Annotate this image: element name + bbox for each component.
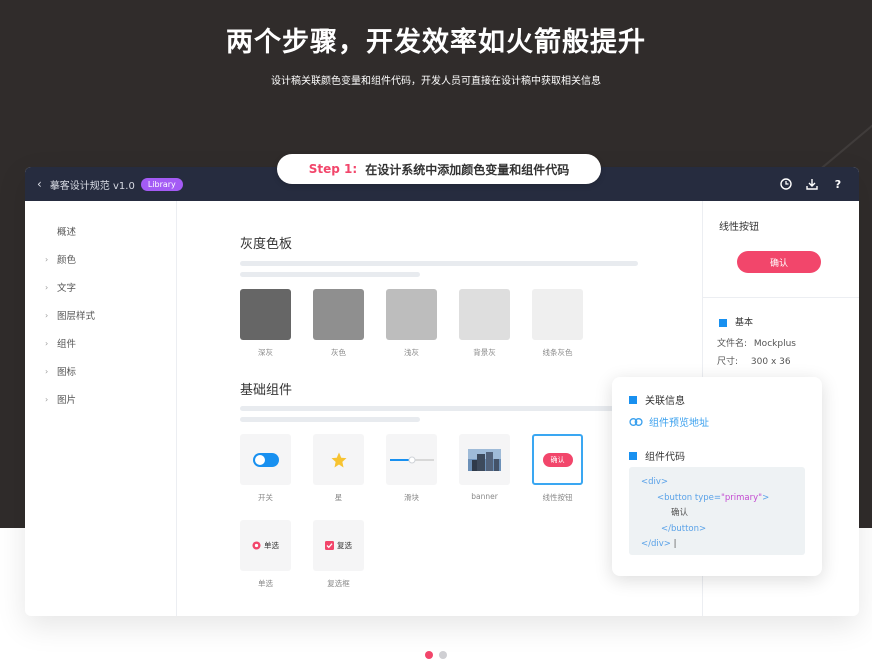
radio-component[interactable]: 单选 xyxy=(240,520,291,571)
sidebar-item-images[interactable]: › 图片 xyxy=(25,385,176,413)
sidebar-item-label: 文字 xyxy=(57,283,77,294)
chevron-right-icon: › xyxy=(45,310,49,320)
sidebar-item-label: 图片 xyxy=(57,395,77,406)
chevron-right-icon: › xyxy=(45,394,49,404)
sidebar-item-colors[interactable]: › 颜色 xyxy=(25,245,176,273)
confirm-pill-preview: 确认 xyxy=(542,452,573,467)
sidebar-item-label: 图标 xyxy=(57,367,77,378)
sidebar: 概述 › 颜色 › 文字 › 图层样式 › 组件 › 图标 › 图片 xyxy=(25,201,177,616)
step-text: 在设计系统中添加颜色变量和组件代码 xyxy=(365,162,570,177)
banner-component[interactable] xyxy=(459,434,510,485)
back-chevron-icon[interactable]: ‹ xyxy=(37,177,42,191)
blue-square-icon xyxy=(629,395,637,404)
chevron-right-icon: › xyxy=(45,366,49,376)
code-block[interactable]: <div> <button type="primary"> 确认 </butto… xyxy=(629,467,805,555)
download-icon[interactable] xyxy=(805,177,819,191)
swatch-dark-gray[interactable] xyxy=(240,289,291,340)
component-label: 复选框 xyxy=(327,579,350,588)
star-icon xyxy=(331,452,346,467)
swatch-gray[interactable] xyxy=(313,289,364,340)
components-title: 基础组件 xyxy=(240,383,293,398)
star-component[interactable] xyxy=(313,434,364,485)
confirm-button-preview[interactable]: 确认 xyxy=(737,251,821,273)
banner-image-icon xyxy=(468,448,501,471)
checkbox-component[interactable]: 复选 xyxy=(313,520,364,571)
component-label: 开关 xyxy=(258,493,273,502)
sidebar-item-text[interactable]: › 文字 xyxy=(25,273,176,301)
component-code-title: 组件代码 xyxy=(629,448,685,463)
checkbox-text: 复选 xyxy=(337,541,352,550)
component-label: 线性按钮 xyxy=(542,493,573,502)
placeholder-bar xyxy=(240,272,420,277)
step-label: Step 1: xyxy=(308,162,358,176)
panel-title: 线性按钮 xyxy=(719,222,759,233)
swatch-label: 线条灰色 xyxy=(542,348,573,357)
link-icon xyxy=(629,417,643,426)
panel-divider xyxy=(703,297,859,298)
sidebar-item-overview[interactable]: 概述 xyxy=(25,217,176,245)
sidebar-item-label: 组件 xyxy=(57,339,77,350)
checkbox-icon xyxy=(325,541,334,550)
filename-row: 文件名: Mockplus xyxy=(717,339,796,349)
library-title: 摹客设计规范 v1.0 xyxy=(49,180,135,192)
sidebar-item-components[interactable]: › 组件 xyxy=(25,329,176,357)
history-clock-icon[interactable] xyxy=(779,177,793,191)
chevron-right-icon: › xyxy=(45,282,49,292)
sidebar-item-label: 概述 xyxy=(57,227,77,238)
blue-square-icon xyxy=(719,318,727,327)
component-label: 单选 xyxy=(258,579,273,588)
slider-component[interactable] xyxy=(386,434,437,485)
radio-text: 单选 xyxy=(264,541,279,550)
info-popup: 关联信息 组件预览地址 组件代码 <div> <button type="pri… xyxy=(612,377,822,576)
placeholder-bar xyxy=(240,417,420,422)
gray-palette-title: 灰度色板 xyxy=(240,237,293,252)
related-info-title: 关联信息 xyxy=(629,392,685,407)
basic-section-title: 基本 xyxy=(719,315,753,328)
placeholder-bar xyxy=(240,261,638,266)
toggle-switch-icon xyxy=(252,452,279,467)
swatch-light-gray[interactable] xyxy=(386,289,437,340)
component-label: 星 xyxy=(334,493,343,502)
pager-dot-1[interactable] xyxy=(425,651,433,659)
sidebar-item-label: 图层样式 xyxy=(57,311,96,322)
outline-button-component[interactable]: 确认 xyxy=(532,434,583,485)
swatch-background-gray[interactable] xyxy=(459,289,510,340)
sidebar-item-layer-styles[interactable]: › 图层样式 xyxy=(25,301,176,329)
swatch-label: 浅灰 xyxy=(404,348,419,357)
chevron-right-icon: › xyxy=(45,338,49,348)
switch-component[interactable] xyxy=(240,434,291,485)
placeholder-bar xyxy=(240,406,638,411)
pager-dot-2[interactable] xyxy=(439,651,447,659)
swatch-line-gray[interactable] xyxy=(532,289,583,340)
radio-icon xyxy=(252,541,261,550)
hero-title: 两个步骤，开发效率如火箭般提升 xyxy=(226,27,646,58)
library-badge: Library xyxy=(140,177,183,191)
swatch-label: 深灰 xyxy=(258,348,273,357)
hero-subtitle: 设计稿关联颜色变量和组件代码，开发人员可直接在设计稿中获取相关信息 xyxy=(271,76,601,87)
component-label: banner xyxy=(471,492,498,501)
sidebar-item-icons[interactable]: › 图标 xyxy=(25,357,176,385)
component-preview-link[interactable]: 组件预览地址 xyxy=(629,414,709,429)
help-icon[interactable]: ? xyxy=(831,177,845,191)
slider-icon xyxy=(389,456,434,463)
swatch-label: 灰色 xyxy=(331,348,346,357)
swatch-label: 背景灰 xyxy=(473,348,496,357)
component-label: 滑块 xyxy=(404,493,419,502)
chevron-right-icon: › xyxy=(45,254,49,264)
step-pill: Step 1: 在设计系统中添加颜色变量和组件代码 xyxy=(277,154,601,184)
sidebar-item-label: 颜色 xyxy=(57,255,77,266)
size-row: 尺寸: 300 x 36 xyxy=(717,357,791,367)
blue-square-icon xyxy=(629,451,637,460)
carousel-pager xyxy=(0,651,872,659)
